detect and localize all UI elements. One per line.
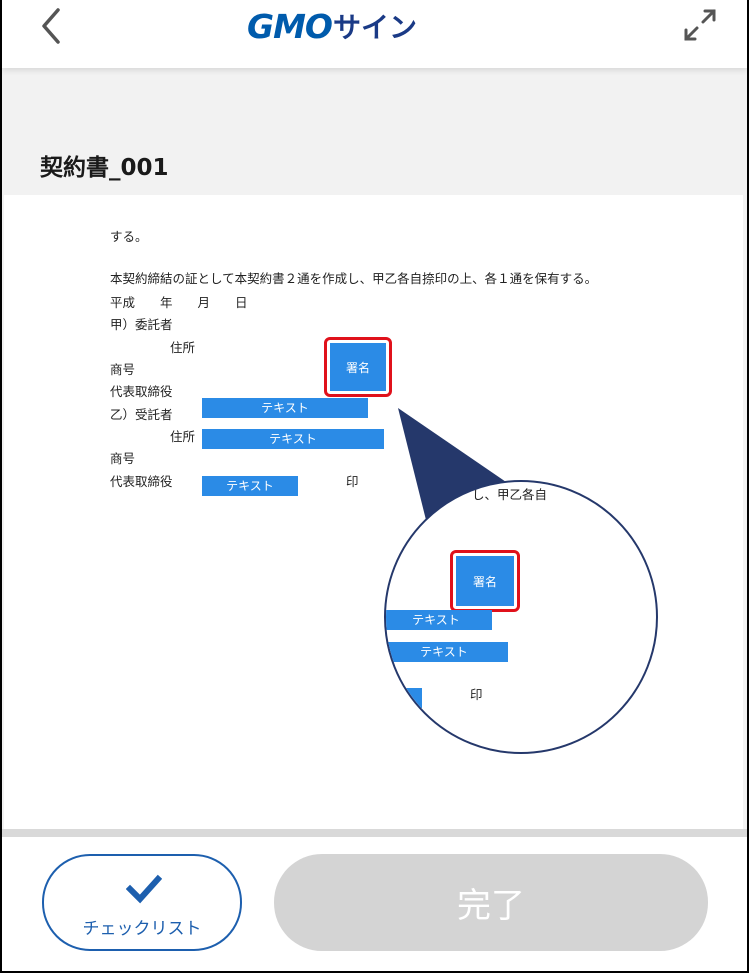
logo-gmo: GMO [247, 6, 333, 46]
signature-field[interactable]: 署名 [324, 337, 392, 397]
doc-line-company-b: 商号 [110, 451, 136, 466]
doc-line: 本契約締結の証として本契約書２通を作成し、甲乙各自捺印の上、各１通を保有する。 [110, 271, 598, 286]
checklist-button[interactable]: チェックリスト [42, 854, 242, 951]
doc-line-address-a: 住所 [170, 340, 196, 355]
logo-sign: サイン [332, 11, 417, 44]
magnifier-text-field-2: テキスト [386, 642, 508, 662]
magnifier-seal-mark: 印 [470, 687, 483, 702]
back-button[interactable] [32, 4, 72, 48]
magnifier-signature-field: 署名 [450, 550, 520, 612]
doc-line-date: 平成 年 月 日 [110, 295, 248, 310]
magnifier-signature-label: 署名 [456, 556, 514, 606]
text-field-2[interactable]: テキスト [202, 429, 384, 449]
doc-line-rep-a: 代表取締役 [110, 384, 173, 399]
gmo-sign-logo: GMO サイン [247, 4, 417, 48]
magnifier-text-field-1: テキスト [386, 610, 492, 630]
signature-field-label: 署名 [330, 343, 386, 391]
text-field-3[interactable]: テキスト [202, 476, 298, 496]
app-frame: GMO サイン 契約書_001 する。 本契約締結の証として本契約書２通を作成し… [2, 0, 747, 971]
doc-line-company-a: 商号 [110, 362, 136, 377]
chevron-left-icon [42, 8, 60, 44]
checkmark-icon [126, 874, 162, 904]
doc-seal-mark: 印 [346, 474, 359, 489]
doc-line: する。 [110, 229, 148, 244]
doc-line-rep-b: 代表取締役 [110, 474, 173, 489]
doc-line-address-b: 住所 [170, 429, 196, 444]
header: GMO サイン [2, 0, 747, 68]
text-field-1[interactable]: テキスト [202, 398, 368, 418]
doc-line-party-b: 乙）受託者 [110, 407, 173, 422]
document-bottom-edge [2, 829, 747, 837]
checklist-button-label: チェックリスト [82, 919, 202, 939]
document-title: 契約書_001 [40, 155, 169, 181]
document-page[interactable]: する。 本契約締結の証として本契約書２通を作成し、甲乙各自捺印の上、各１通を保有… [4, 195, 743, 831]
bottom-action-bar: チェックリスト 完了 [2, 837, 747, 971]
magnifier-callout: し、甲乙各自 署名 テキスト テキスト 印 [384, 480, 658, 754]
expand-icon [684, 9, 716, 41]
complete-button[interactable]: 完了 [274, 854, 708, 951]
magnifier-text: し、甲乙各自 [472, 487, 548, 502]
expand-button[interactable] [681, 6, 719, 44]
doc-line-party-a: 甲）委託者 [110, 317, 173, 332]
magnifier-text-field-3 [386, 688, 422, 708]
